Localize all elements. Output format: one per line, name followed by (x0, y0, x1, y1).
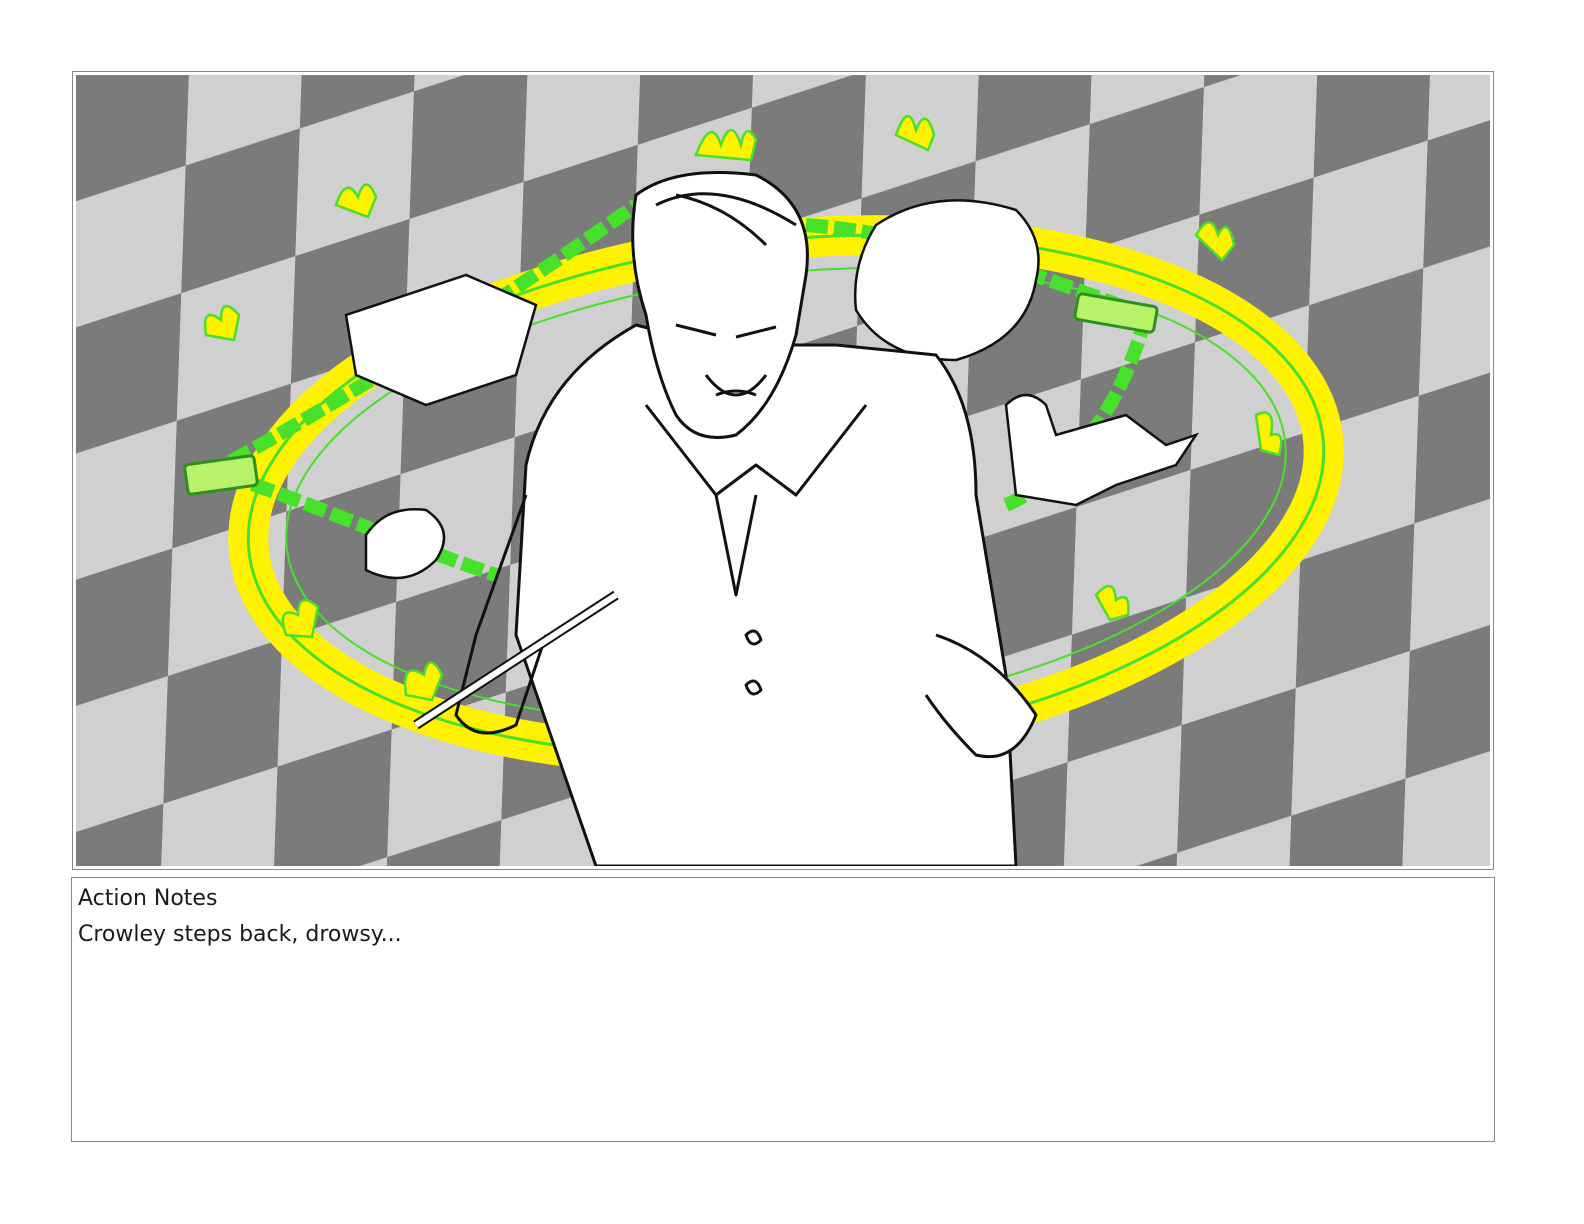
storyboard-panel-image (76, 75, 1490, 866)
storyboard-sketch-svg (76, 75, 1490, 866)
action-notes-box: Action Notes Crowley steps back, drowsy.… (71, 877, 1495, 1142)
action-notes-heading: Action Notes (78, 886, 218, 911)
storyboard-panel-frame (72, 71, 1494, 870)
action-notes-text: Crowley steps back, drowsy... (78, 922, 402, 947)
